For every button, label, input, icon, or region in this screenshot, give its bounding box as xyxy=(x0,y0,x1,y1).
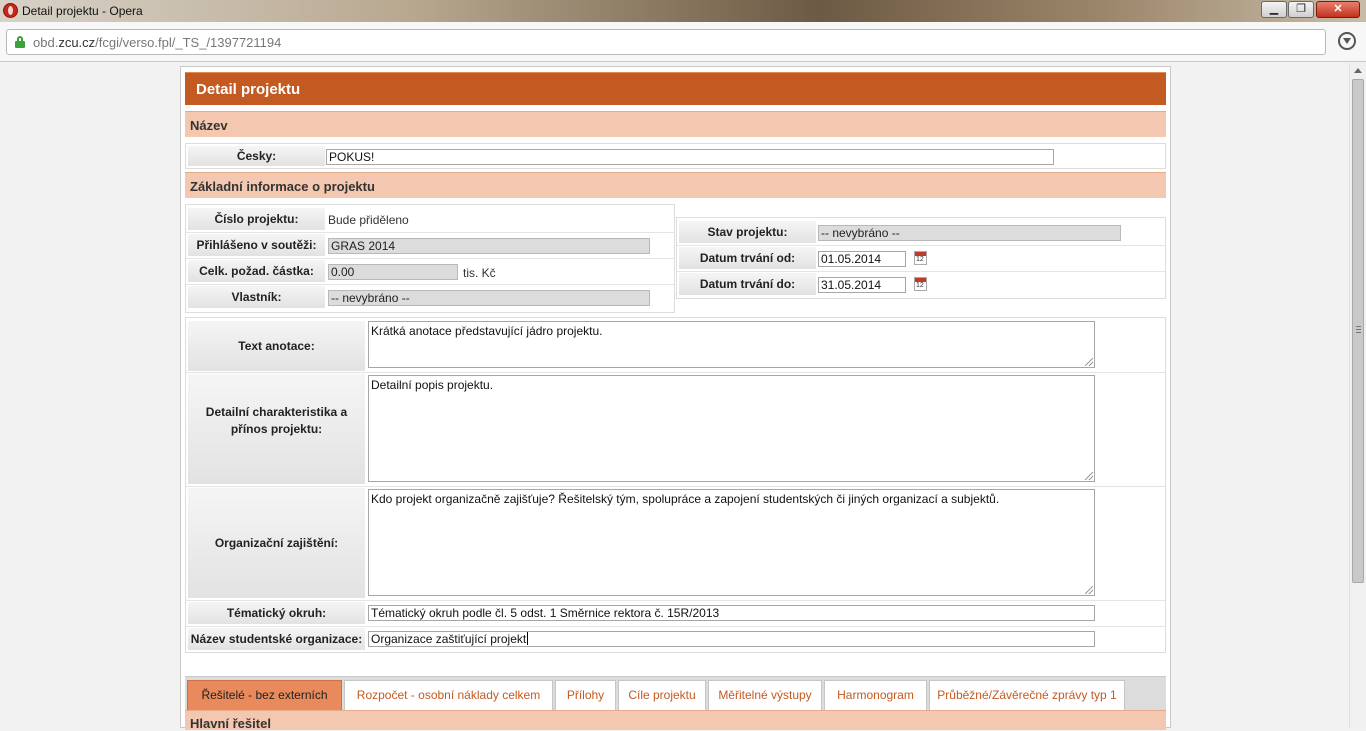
thematic-area-input[interactable]: Tématický okruh podle čl. 5 odst. 1 Směr… xyxy=(368,605,1095,621)
tab-goals[interactable]: Cíle projektu xyxy=(618,680,706,710)
project-status-select[interactable]: -- nevybráno -- xyxy=(818,225,1121,241)
lock-icon xyxy=(15,36,25,48)
date-to-label: Datum trvání do: xyxy=(679,273,816,295)
page-title: Detail projektu xyxy=(196,81,301,98)
scroll-up-icon[interactable] xyxy=(1354,68,1362,73)
project-number-value: Bude přiděleno xyxy=(328,213,409,227)
minimize-button[interactable]: ▁ xyxy=(1261,1,1287,18)
organization-support-label: Organizační zajištění: xyxy=(188,488,365,598)
name-row: Česky: POKUS! xyxy=(185,143,1166,169)
basic-info-right: Stav projektu: -- nevybráno -- Datum trv… xyxy=(676,217,1166,299)
date-to-input[interactable]: 31.05.2014 xyxy=(818,277,906,293)
text-cursor xyxy=(527,632,528,645)
amount-label: Celk. požad. částka: xyxy=(188,260,325,282)
characteristics-label: Detailní charakteristika a přínos projek… xyxy=(188,374,365,484)
annotation-label: Text anotace: xyxy=(188,321,365,371)
opera-logo-icon xyxy=(3,3,18,18)
close-button[interactable]: ✕ xyxy=(1316,1,1360,18)
calendar-icon[interactable] xyxy=(914,277,927,291)
czech-name-input[interactable]: POKUS! xyxy=(326,149,1054,165)
scrollbar-thumb[interactable] xyxy=(1352,79,1364,583)
thematic-area-label: Tématický okruh: xyxy=(188,602,365,624)
section-name: Název xyxy=(185,111,1166,137)
vertical-scrollbar[interactable] xyxy=(1349,63,1366,728)
project-detail-page: Detail projektu Název Česky: POKUS! Zákl… xyxy=(180,66,1171,731)
download-icon[interactable] xyxy=(1338,32,1356,50)
amount-unit: tis. Kč xyxy=(463,266,496,280)
address-bar: obd.zcu.cz/fcgi/verso.fpl/_TS_/139772119… xyxy=(0,22,1366,62)
date-from-input[interactable]: 01.05.2014 xyxy=(818,251,906,267)
student-org-label: Název studentské organizace: xyxy=(188,628,365,650)
competition-select[interactable]: GRAS 2014 xyxy=(328,238,650,254)
tab-reports[interactable]: Průběžné/Závěrečné zprávy typ 1 xyxy=(929,680,1125,710)
calendar-icon[interactable] xyxy=(914,251,927,265)
section-main-solver: Hlavní řešitel xyxy=(185,710,1166,731)
tab-budget[interactable]: Rozpočet - osobní náklady celkem xyxy=(344,680,553,710)
competition-label: Přihlášeno v soutěži: xyxy=(188,234,325,256)
details-box: Text anotace: Krátká anotace představují… xyxy=(185,317,1166,653)
basic-info-left: Číslo projektu: Bude přiděleno Přihlášen… xyxy=(185,204,675,313)
owner-label: Vlastník: xyxy=(188,286,325,308)
tab-bar: Řešitelé - bez externích Rozpočet - osob… xyxy=(185,676,1166,710)
section-basic-info: Základní informace o projektu xyxy=(185,172,1166,198)
maximize-button[interactable]: ❐ xyxy=(1288,1,1314,18)
page-header: Detail projektu xyxy=(185,72,1166,105)
url-text: obd.zcu.cz/fcgi/verso.fpl/_TS_/139772119… xyxy=(33,35,282,50)
owner-select[interactable]: -- nevybráno -- xyxy=(328,290,650,306)
project-status-label: Stav projektu: xyxy=(679,221,816,243)
student-org-input[interactable]: Organizace zaštiťující projekt xyxy=(368,631,1095,647)
characteristics-textarea[interactable]: Detailní popis projektu. xyxy=(368,375,1095,482)
tab-outputs[interactable]: Měřitelné výstupy xyxy=(708,680,822,710)
amount-input[interactable]: 0.00 xyxy=(328,264,458,280)
window-titlebar: Detail projektu - Opera ▁ ❐ ✕ xyxy=(0,0,1366,22)
annotation-textarea[interactable]: Krátká anotace představující jádro proje… xyxy=(368,321,1095,368)
project-number-label: Číslo projektu: xyxy=(188,208,325,230)
date-from-label: Datum trvání od: xyxy=(679,247,816,269)
organization-support-textarea[interactable]: Kdo projekt organizačně zajišťuje? Řešit… xyxy=(368,489,1095,596)
tab-attachments[interactable]: Přílohy xyxy=(555,680,616,710)
tab-solvers[interactable]: Řešitelé - bez externích xyxy=(187,680,342,710)
tab-schedule[interactable]: Harmonogram xyxy=(824,680,927,710)
czech-name-label: Česky: xyxy=(188,146,325,166)
window-title: Detail projektu - Opera xyxy=(22,4,143,18)
url-field[interactable]: obd.zcu.cz/fcgi/verso.fpl/_TS_/139772119… xyxy=(6,29,1326,55)
